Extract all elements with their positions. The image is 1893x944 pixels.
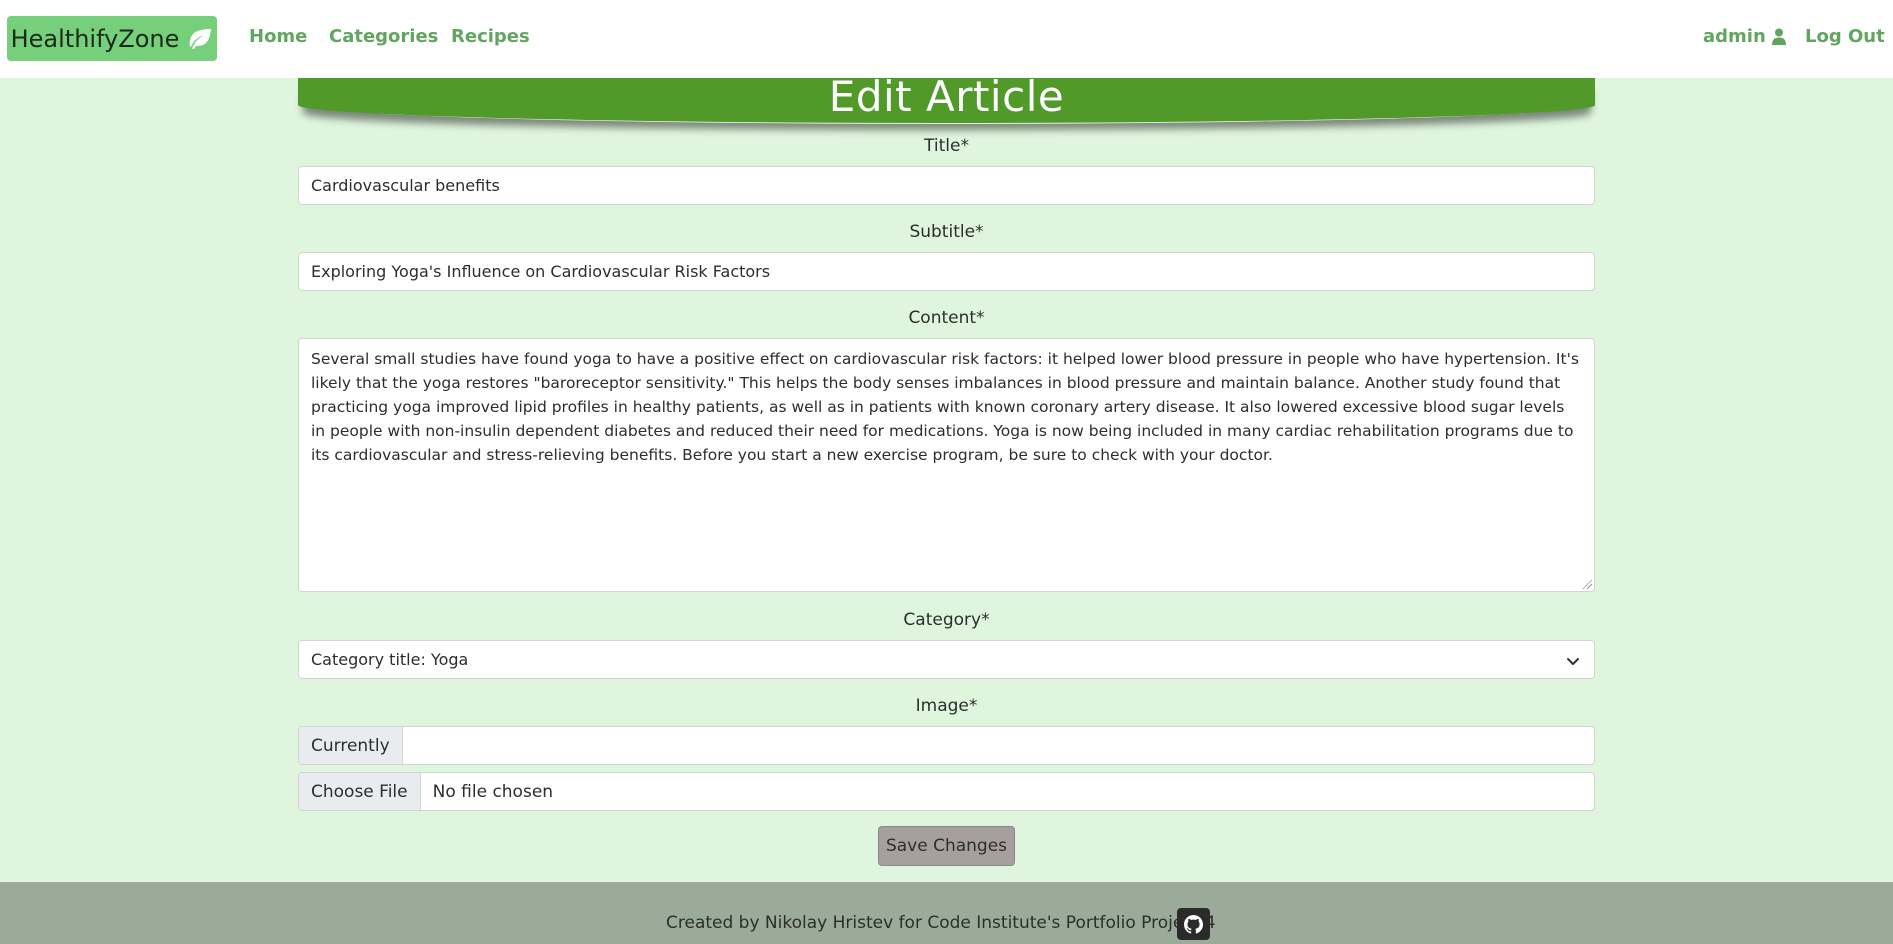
image-label: Image* [915,696,978,716]
current-image-group: Currently [298,726,1595,765]
title-input-value: Cardiovascular benefits [311,176,500,195]
file-status: No file chosen [432,781,554,802]
page-title-banner: Edit Article [298,72,1595,123]
choose-file-button[interactable]: Choose File [299,773,421,810]
currently-label: Currently [299,727,403,764]
title-label: Title* [924,136,969,156]
nav-recipes-link[interactable]: Recipes [451,26,530,47]
image-file-input[interactable]: Choose File No file chosen [298,772,1595,811]
top-navbar: HealthifyZone Home Categories Recipes ad… [0,0,1893,78]
leaf-icon [189,28,212,49]
github-link[interactable] [1177,908,1210,940]
page-title: Edit Article [828,72,1065,121]
nav-user-link[interactable]: admin [1703,26,1786,47]
nav-username: admin [1703,26,1766,47]
footer-credit: Created by Nikolay Hristev for Code Inst… [666,913,1216,933]
content-textarea-value: Several small studies have found yoga to… [311,350,1579,464]
current-image-value[interactable] [403,727,427,764]
nav-categories-link[interactable]: Categories [329,26,438,47]
category-select[interactable]: Category title: Yoga [298,640,1595,679]
title-input[interactable]: Cardiovascular benefits [298,166,1595,205]
nav-logout-link[interactable]: Log Out [1805,26,1885,47]
subtitle-input[interactable]: Exploring Yoga's Influence on Cardiovasc… [298,252,1595,291]
content-label: Content* [908,308,985,328]
nav-home-link[interactable]: Home [249,26,307,47]
chevron-down-icon [1567,658,1579,665]
subtitle-label: Subtitle* [909,222,984,242]
subtitle-input-value: Exploring Yoga's Influence on Cardiovasc… [311,262,771,281]
category-label: Category* [903,610,990,630]
github-icon [1184,914,1203,934]
save-changes-button[interactable]: Save Changes [878,826,1015,866]
brand-logo-link[interactable]: HealthifyZone [7,16,217,61]
brand-name: HealthifyZone [10,24,180,53]
category-select-value: Category title: Yoga [311,650,469,669]
user-icon [1771,28,1786,45]
content-textarea[interactable]: Several small studies have found yoga to… [298,338,1595,592]
textarea-resize-handle[interactable] [1582,579,1592,589]
